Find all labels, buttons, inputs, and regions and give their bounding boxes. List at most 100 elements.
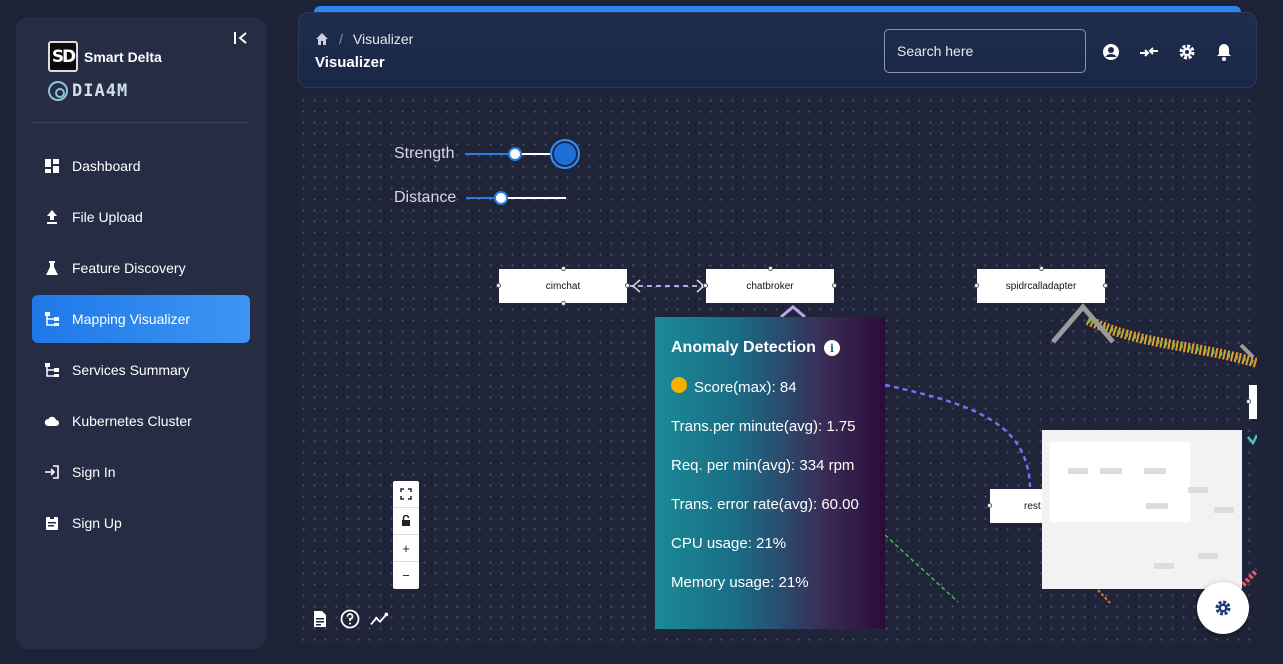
fullscreen-icon xyxy=(400,488,412,500)
sidebar-item-mapping-visualizer[interactable]: Mapping Visualizer xyxy=(32,295,250,343)
minimap-node xyxy=(1154,563,1174,569)
flask-icon xyxy=(46,261,58,275)
analytics-icon[interactable] xyxy=(370,609,390,629)
minimap-node xyxy=(1198,553,1218,559)
minimap-node xyxy=(1214,507,1234,513)
account-icon[interactable] xyxy=(1101,42,1121,62)
distance-label: Distance xyxy=(394,189,457,206)
tooltip-score-row: Score(max): 84 xyxy=(671,376,869,396)
node-label: chatbroker xyxy=(746,280,794,292)
score-status-dot xyxy=(671,376,687,393)
zoom-in-button[interactable]: + xyxy=(393,535,419,562)
sidebar-item-label: Services Summary xyxy=(72,362,190,378)
breadcrumb: / Visualizer xyxy=(315,31,413,47)
lock-button[interactable] xyxy=(393,508,419,535)
gear-cluster-icon xyxy=(48,81,68,101)
help-icon[interactable] xyxy=(340,609,360,629)
brand-name: Smart Delta xyxy=(84,48,162,65)
fit-view-button[interactable] xyxy=(393,481,419,508)
sidebar-item-feature-discovery[interactable]: Feature Discovery xyxy=(32,244,250,292)
edge-to-rest[interactable] xyxy=(884,383,1032,488)
home-icon[interactable] xyxy=(315,32,329,46)
sidebar-item-dashboard[interactable]: Dashboard xyxy=(32,142,250,190)
tree-icon xyxy=(45,312,59,326)
sidebar-item-services-summary[interactable]: Services Summary xyxy=(32,346,250,394)
sidebar-item-sign-in[interactable]: Sign In xyxy=(32,448,250,496)
minimap-node xyxy=(1144,468,1166,474)
dashboard-icon xyxy=(45,159,59,173)
compare-arrows-icon[interactable] xyxy=(1139,42,1159,62)
cloud-icon xyxy=(44,416,59,426)
minimap[interactable] xyxy=(1042,430,1242,589)
node-label: cimchat xyxy=(545,280,581,292)
collapse-sidebar-icon[interactable] xyxy=(232,29,250,47)
search-input[interactable] xyxy=(884,29,1086,73)
sidebar-item-kubernetes-cluster[interactable]: Kubernetes Cluster xyxy=(32,397,250,445)
tooltip-memory-usage: Memory usage: 21% xyxy=(671,574,809,591)
bottom-toolbar xyxy=(310,609,390,629)
tree-icon xyxy=(45,363,59,377)
sidebar-item-label: Dashboard xyxy=(72,158,141,174)
minimap-node xyxy=(1068,468,1088,474)
graph-canvas[interactable]: Strength Distance cimchat chatbroker spi… xyxy=(298,95,1257,645)
graph-node-chatbroker[interactable]: chatbroker xyxy=(703,266,837,303)
strength-slider-thumb-focused[interactable] xyxy=(550,139,580,169)
document-icon[interactable] xyxy=(310,609,330,629)
tooltip-trans-per-minute: Trans.per minute(avg): 1.75 xyxy=(671,418,856,435)
sidebar-item-label: Kubernetes Cluster xyxy=(72,413,192,429)
edge-arrow-icon xyxy=(1247,434,1257,446)
notifications-icon[interactable] xyxy=(1214,42,1234,62)
info-icon[interactable]: i xyxy=(823,340,840,356)
sidebar-item-file-upload[interactable]: File Upload xyxy=(32,193,250,241)
lock-icon xyxy=(402,515,410,526)
edge-arrow-icon xyxy=(1239,343,1255,359)
breadcrumb-current[interactable]: Visualizer xyxy=(353,31,413,47)
brand-logo: SD Smart Delta xyxy=(48,41,162,72)
distance-slider-thumb[interactable] xyxy=(494,191,508,205)
node-label: rest xyxy=(1024,500,1041,512)
sidebar-item-label: File Upload xyxy=(72,209,143,225)
login-icon xyxy=(45,465,59,479)
graph-node-spidrcalladapter[interactable]: spidrcalladapter xyxy=(974,266,1108,303)
floating-settings-button[interactable] xyxy=(1197,582,1249,634)
sidebar: SD Smart Delta DIA4M Dashboard File Uplo… xyxy=(16,17,266,649)
settings-icon xyxy=(1215,600,1231,616)
edge-green[interactable] xyxy=(884,534,959,603)
sidebar-item-sign-up[interactable]: Sign Up xyxy=(32,499,250,547)
minimap-viewport xyxy=(1050,442,1190,522)
graph-node-offscreen[interactable] xyxy=(1246,385,1257,419)
breadcrumb-separator: / xyxy=(339,31,343,47)
sidebar-item-label: Feature Discovery xyxy=(72,260,186,276)
sidebar-nav: Dashboard File Upload Feature Discovery … xyxy=(32,142,250,550)
edge-red[interactable] xyxy=(1241,568,1257,587)
sidebar-divider xyxy=(32,122,250,123)
minimap-node xyxy=(1188,487,1208,493)
node-label: spidrcalladapter xyxy=(1005,280,1077,292)
edge-arrow-icon xyxy=(780,305,806,319)
graph-node-cimchat[interactable]: cimchat xyxy=(496,266,630,306)
upload-icon xyxy=(47,210,57,224)
sidebar-item-label: Sign In xyxy=(72,464,116,480)
page-header: / Visualizer Visualizer xyxy=(298,12,1257,88)
tooltip-title: Anomaly Detection i xyxy=(671,339,869,357)
sd-logo-icon: SD xyxy=(48,41,78,72)
anomaly-detection-tooltip: Anomaly Detection i Score(max): 84 Trans… xyxy=(655,317,885,629)
main-area: / Visualizer Visualizer Strength xyxy=(298,0,1257,645)
zoom-out-button[interactable]: − xyxy=(393,562,419,589)
product-name: DIA4M xyxy=(72,81,129,101)
product-logo: DIA4M xyxy=(48,81,128,101)
minimap-node xyxy=(1100,468,1122,474)
assignment-icon xyxy=(46,516,58,530)
page-title: Visualizer xyxy=(315,54,385,71)
tooltip-req-per-min: Req. per min(avg): 334 rpm xyxy=(671,457,855,474)
tooltip-score: Score(max): 84 xyxy=(694,379,797,396)
tooltip-title-text: Anomaly Detection xyxy=(671,339,816,356)
tooltip-cpu-usage: CPU usage: 21% xyxy=(671,535,787,552)
minimap-node xyxy=(1146,503,1168,509)
strength-slider-thumb[interactable] xyxy=(508,147,522,161)
zoom-controls: + − xyxy=(393,481,419,589)
edge-orange[interactable] xyxy=(1097,589,1111,604)
tooltip-trans-error-rate: Trans. error rate(avg): 60.00 xyxy=(671,496,859,513)
settings-icon[interactable] xyxy=(1177,42,1197,62)
strength-label: Strength xyxy=(394,145,455,162)
